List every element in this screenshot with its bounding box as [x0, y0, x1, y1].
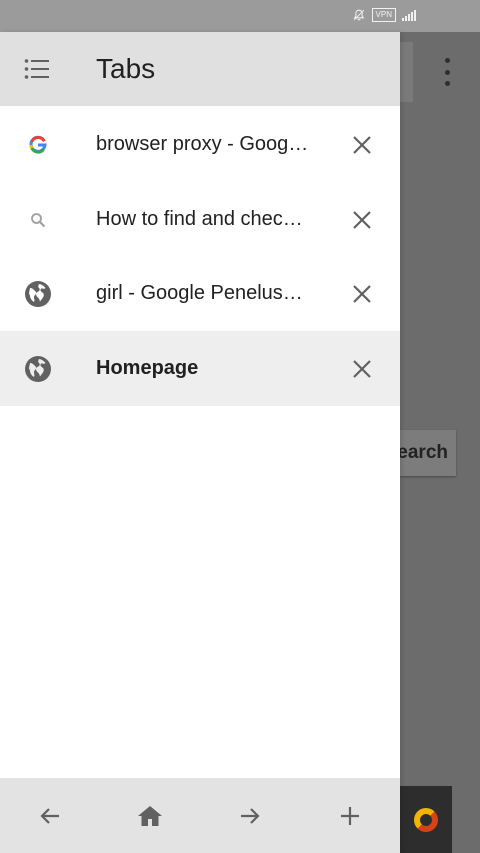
tabs-drawer: Tabs browser proxy - Google Search How t… [0, 32, 400, 853]
signal-icon [402, 9, 416, 21]
page-title: Tabs [96, 53, 156, 84]
plus-icon[interactable] [336, 802, 364, 830]
tab-item[interactable]: girl - Google Penelusuran [0, 256, 400, 331]
google-g-icon [24, 131, 52, 159]
overflow-menu-icon [444, 58, 450, 86]
home-icon[interactable] [136, 802, 164, 830]
vpn-icon: VPN [371, 8, 396, 22]
background-search-button: Search [400, 430, 456, 476]
background-address-card [400, 42, 413, 102]
close-icon[interactable] [348, 280, 376, 308]
forward-arrow-icon[interactable] [236, 802, 264, 830]
app-logo [414, 807, 438, 832]
search-icon [24, 206, 52, 234]
globe-icon [24, 355, 52, 383]
tab-item-active[interactable]: Homepage [0, 331, 400, 406]
tab-title: browser proxy - Google Search [96, 133, 311, 155]
globe-icon [24, 280, 52, 308]
tab-item[interactable]: browser proxy - Google Search [0, 107, 400, 182]
status-icons: VPN [352, 8, 416, 22]
tab-title: Homepage [96, 357, 199, 379]
tab-item[interactable]: How to find and check your proxy [0, 182, 400, 257]
tab-title: How to find and check your proxy [96, 208, 311, 230]
background-app-icon [400, 786, 452, 853]
close-icon[interactable] [348, 206, 376, 234]
close-icon[interactable] [348, 131, 376, 159]
drawer-header: Tabs [0, 32, 400, 106]
bell-muted-icon [353, 9, 365, 21]
close-icon[interactable] [348, 355, 376, 383]
tab-title: girl - Google Penelusuran [96, 282, 311, 304]
list-icon[interactable] [24, 58, 50, 80]
back-arrow-icon[interactable] [36, 802, 64, 830]
background-page[interactable]: Search [400, 32, 480, 853]
status-bar: VPN [0, 0, 480, 32]
bottom-toolbar [0, 778, 400, 853]
